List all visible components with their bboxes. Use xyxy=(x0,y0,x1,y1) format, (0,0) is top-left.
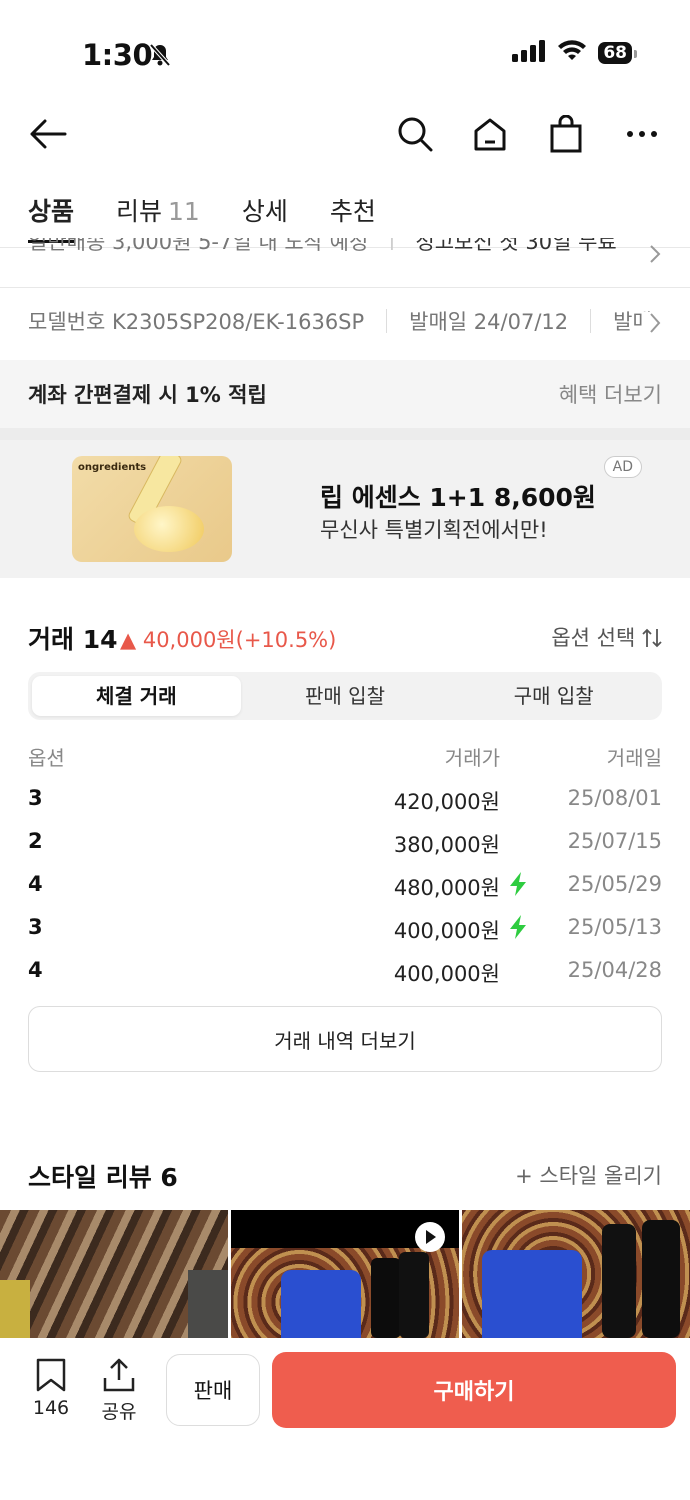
segment-completed[interactable]: 체결 거래 xyxy=(32,676,241,716)
bell-off-icon xyxy=(148,42,172,72)
trade-table-header: 옵션 거래가 거래일 xyxy=(28,742,662,771)
chevron-right-icon[interactable] xyxy=(648,244,662,268)
table-row: 3 420,000원 25/08/01 xyxy=(28,786,662,829)
row-price: 400,000원 xyxy=(393,919,500,943)
share-label: 공유 xyxy=(101,1401,137,1423)
tab-label: 리뷰 xyxy=(116,197,163,226)
tab-review[interactable]: 리뷰 11 xyxy=(116,192,200,243)
warranty-info: 정고보전 첫 30일 무료 xyxy=(415,238,617,254)
buy-button[interactable]: 구매하기 xyxy=(272,1352,676,1428)
option-select-label: 옵션 선택 xyxy=(551,626,636,650)
style-review-title: 스타일 리뷰 6 xyxy=(28,1163,178,1192)
ad-image: ongredients xyxy=(72,456,232,562)
row-option: 3 xyxy=(28,786,43,810)
product-tabs: 상품 리뷰 11 상세 추천 xyxy=(28,192,376,243)
tab-detail[interactable]: 상세 xyxy=(242,192,288,243)
trade-segment-control: 체결 거래 판매 입찰 구매 입찰 xyxy=(28,672,662,720)
segment-buy-bids[interactable]: 구매 입찰 xyxy=(449,676,658,716)
table-row: 4 400,000원 25/04/28 xyxy=(28,958,662,1001)
lightning-icon xyxy=(508,914,530,945)
separator: | xyxy=(388,238,396,250)
row-price: 420,000원 xyxy=(393,790,500,814)
row-date: 25/05/29 xyxy=(567,872,662,896)
benefit-more-link[interactable]: 혜택 더보기 xyxy=(559,379,662,409)
release-date: 발매일 24/07/12 xyxy=(409,310,569,334)
share-icon xyxy=(102,1358,136,1397)
col-option: 옵션 xyxy=(28,746,65,770)
tab-label: 상품 xyxy=(28,197,75,226)
search-icon[interactable] xyxy=(393,112,437,156)
trade-title: 거래 14 xyxy=(28,625,118,654)
col-date: 거래일 xyxy=(606,746,662,770)
price-change-value: 40,000원(+10.5%) xyxy=(142,628,337,652)
lightning-icon xyxy=(508,871,530,902)
share-button[interactable]: 공유 xyxy=(94,1358,144,1424)
review-count: 11 xyxy=(168,197,200,226)
model-number: 모델번호 K2305SP208/EK-1636SP xyxy=(28,310,365,334)
ad-brand: ongredients xyxy=(78,462,147,473)
more-menu-icon[interactable] xyxy=(620,112,664,156)
style-photo[interactable] xyxy=(231,1210,459,1338)
up-triangle-icon: ▲ xyxy=(120,628,143,652)
shopping-bag-icon[interactable] xyxy=(544,112,588,156)
row-option: 4 xyxy=(28,872,43,896)
tab-product[interactable]: 상품 xyxy=(28,192,75,243)
row-price: 480,000원 xyxy=(393,876,500,900)
row-date: 25/07/15 xyxy=(567,829,662,853)
trade-history-more-button[interactable]: 거래 내역 더보기 xyxy=(28,1006,662,1072)
price-change: ▲ 40,000원(+10.5%) xyxy=(120,624,336,654)
row-price: 380,000원 xyxy=(393,833,500,857)
shipping-row[interactable]: 일반배송 3,000원 5-7일 내 도착 예정 | 정고보전 첫 30일 무료 xyxy=(28,238,668,258)
play-icon[interactable] xyxy=(415,1222,445,1252)
sell-button[interactable]: 판매 xyxy=(166,1354,260,1426)
bottom-action-bar: 146 공유 판매 구매하기 xyxy=(0,1338,690,1500)
tab-label: 추천 xyxy=(329,197,376,226)
tab-label: 상세 xyxy=(241,197,288,226)
style-upload-link[interactable]: + 스타일 올리기 xyxy=(515,1160,662,1190)
wifi-icon xyxy=(558,40,587,66)
benefit-row[interactable]: 계좌 간편결제 시 1% 적립 혜택 더보기 xyxy=(0,360,690,428)
row-date: 25/05/13 xyxy=(567,915,662,939)
ad-title: 립 에센스 1+1 8,600원 xyxy=(320,483,596,512)
benefit-text: 계좌 간편결제 시 1% 적립 xyxy=(28,383,267,407)
segment-sell-bids[interactable]: 판매 입찰 xyxy=(241,676,450,716)
option-select-button[interactable]: 옵션 선택 xyxy=(551,622,662,652)
separator xyxy=(386,309,388,333)
battery-icon: 68 xyxy=(598,42,637,64)
ad-badge: AD xyxy=(603,456,642,478)
ad-subtitle: 무신사 특별기획전에서만! xyxy=(320,518,548,542)
ad-banner[interactable]: ongredients AD 립 에센스 1+1 8,600원 무신사 특별기획… xyxy=(0,440,690,578)
bookmark-count: 146 xyxy=(32,1397,70,1419)
sort-arrows-icon xyxy=(642,626,662,650)
tab-recommend[interactable]: 추천 xyxy=(330,192,376,243)
row-option: 4 xyxy=(28,958,43,982)
style-photo[interactable] xyxy=(462,1210,690,1338)
separator xyxy=(590,309,592,333)
model-info-row[interactable]: 모델번호 K2305SP208/EK-1636SP 발매일 24/07/12 발… xyxy=(28,306,668,336)
home-icon[interactable] xyxy=(468,112,512,156)
shipping-info: 일반배송 3,000원 5-7일 내 도착 예정 xyxy=(28,238,369,254)
row-price: 400,000원 xyxy=(393,962,500,986)
row-date: 25/08/01 xyxy=(567,786,662,810)
bookmark-button[interactable]: 146 xyxy=(26,1358,76,1419)
signal-icon xyxy=(512,40,546,66)
back-arrow-icon[interactable] xyxy=(26,112,70,156)
table-row: 2 380,000원 25/07/15 xyxy=(28,829,662,872)
bookmark-icon xyxy=(35,1358,67,1397)
table-row: 3 400,000원 25/05/13 xyxy=(28,915,662,958)
col-price: 거래가 xyxy=(444,746,500,770)
style-photo[interactable] xyxy=(0,1210,228,1338)
status-time: 1:30 xyxy=(82,38,153,72)
row-option: 2 xyxy=(28,829,43,853)
table-row: 4 480,000원 25/05/29 xyxy=(28,872,662,915)
row-date: 25/04/28 xyxy=(567,958,662,982)
chevron-right-icon[interactable] xyxy=(642,312,662,338)
row-option: 3 xyxy=(28,915,43,939)
